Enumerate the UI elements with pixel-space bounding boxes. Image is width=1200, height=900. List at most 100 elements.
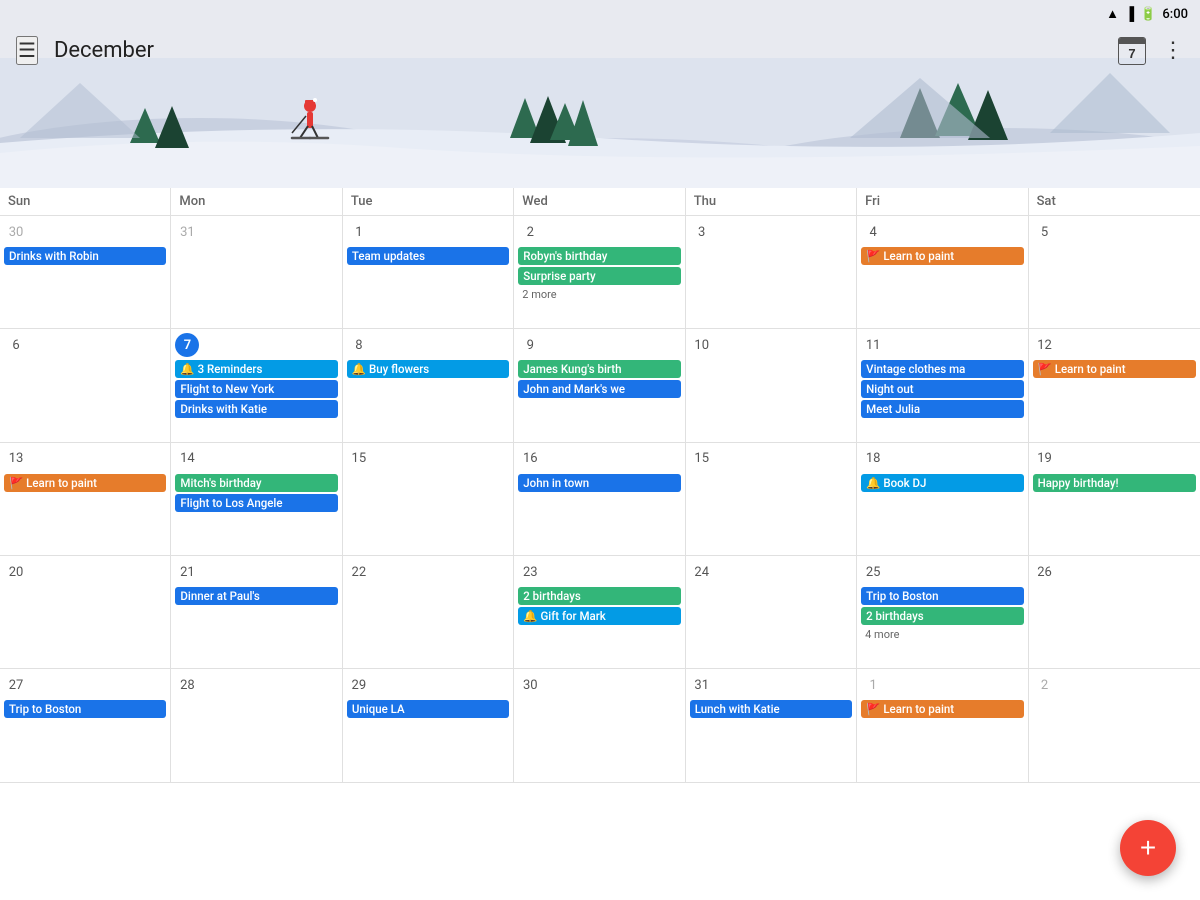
calendar-day-button[interactable]: 7 [1118,37,1146,65]
calendar-event[interactable]: Dinner at Paul's [175,587,337,605]
day-number: 1 [347,220,371,244]
calendar-event[interactable]: Happy birthday! [1033,474,1196,492]
day-number: 7 [175,333,199,357]
day-cell[interactable]: 232 birthdays🔔 Gift for Mark [514,556,685,669]
day-cell[interactable]: 15 [686,443,857,556]
menu-button[interactable]: ☰ [16,36,38,65]
day-number: 12 [1033,333,1057,357]
calendar-event[interactable]: 🔔 Gift for Mark [518,607,680,625]
battery-icon: 🔋 [1140,7,1156,22]
day-number: 18 [861,447,885,471]
day-cell[interactable]: 2Robyn's birthdaySurprise party2 more [514,216,685,329]
day-cell[interactable]: 31 [171,216,342,329]
calendar-event[interactable]: 🚩 Learn to paint [4,474,166,492]
day-number: 25 [861,560,885,584]
calendar-event[interactable]: Flight to Los Angele [175,494,337,512]
calendar-event[interactable]: 🔔 Buy flowers [347,360,509,378]
day-cell[interactable]: 19Happy birthday! [1029,443,1200,556]
day-cell[interactable]: 28 [171,669,342,782]
day-cell[interactable]: 11 Vintage clothes ma Night out Meet Julia [857,329,1028,442]
day-cell[interactable]: 15 [343,443,514,556]
calendar-day-number: 7 [1128,44,1135,64]
calendar-event[interactable]: 🚩 Learn to paint [861,700,1023,718]
day-cell[interactable]: 22 [343,556,514,669]
day-number: 21 [175,560,199,584]
more-events-link[interactable]: 4 more [861,627,1023,642]
day-number: 20 [4,560,28,584]
day-number: 9 [518,333,542,357]
day-cell[interactable]: 3 [686,216,857,329]
calendar-event[interactable]: Drinks with Katie [175,400,337,418]
calendar-event[interactable]: Drinks with Robin [4,247,166,265]
day-cell[interactable]: 25 Trip to Boston 2 birthdays 4 more [857,556,1028,669]
day-cell[interactable]: 9 James Kung's birth John and Mark's we [514,329,685,442]
calendar-event[interactable]: Night out [861,380,1023,398]
day-cell[interactable]: 24 [686,556,857,669]
day-number: 2 [1033,673,1057,697]
day-cell[interactable]: 18 🔔 Book DJ [857,443,1028,556]
day-number: 11 [861,333,885,357]
day-cell[interactable]: 16John in town [514,443,685,556]
calendar-event[interactable]: 🚩 Learn to paint [1033,360,1196,378]
day-cell[interactable]: 6 [0,329,171,442]
day-cell[interactable]: 20 [0,556,171,669]
calendar-event[interactable]: Trip to Boston [861,587,1023,605]
day-cell[interactable]: 30 [514,669,685,782]
calendar-event[interactable]: 2 birthdays [861,607,1023,625]
day-cell[interactable]: 1🚩 Learn to paint [857,669,1028,782]
day-cell[interactable]: 7 🔔 3 Reminders Flight to New York Drinks w… [171,329,342,442]
day-cell[interactable]: 8 🔔 Buy flowers [343,329,514,442]
day-number: 3 [690,220,714,244]
day-cell[interactable]: 14Mitch's birthdayFlight to Los Angele [171,443,342,556]
calendar-event[interactable]: John in town [518,474,680,492]
month-title: December [54,38,154,63]
day-headers: SunMonTueWedThuFriSat [0,188,1200,216]
calendar-event[interactable]: Flight to New York [175,380,337,398]
day-cell[interactable]: 2 [1029,669,1200,782]
calendar-event[interactable]: Trip to Boston [4,700,166,718]
calendar-event[interactable]: Vintage clothes ma [861,360,1023,378]
calendar-event[interactable]: Surprise party [518,267,680,285]
day-header-sat: Sat [1029,188,1200,215]
calendar-event[interactable]: 🔔 Book DJ [861,474,1023,492]
day-cell[interactable]: 26 [1029,556,1200,669]
day-cell[interactable]: 1 Team updates [343,216,514,329]
more-events-link[interactable]: 2 more [518,287,680,302]
calendar-header: ☰ December 7 ⋮ [0,28,1200,188]
day-cell[interactable]: 13🚩 Learn to paint [0,443,171,556]
day-cell[interactable]: 5 [1029,216,1200,329]
calendar-event[interactable]: Robyn's birthday [518,247,680,265]
calendar-event[interactable]: 2 birthdays [518,587,680,605]
overflow-menu-button[interactable]: ⋮ [1162,38,1184,63]
day-number: 28 [175,673,199,697]
day-header-wed: Wed [514,188,685,215]
calendar-event[interactable]: 🔔 3 Reminders [175,360,337,378]
calendar-event[interactable]: Meet Julia [861,400,1023,418]
day-cell[interactable]: 10 [686,329,857,442]
calendar-event[interactable]: James Kung's birth [518,360,680,378]
day-number: 31 [690,673,714,697]
day-cell[interactable]: 21 Dinner at Paul's [171,556,342,669]
status-icons: ▲ ▐ 🔋 6:00 [1106,6,1188,22]
day-cell[interactable]: 31 Lunch with Katie [686,669,857,782]
add-event-fab[interactable]: + [1120,820,1176,876]
day-number: 4 [861,220,885,244]
day-number: 8 [347,333,371,357]
calendar-event[interactable]: Team updates [347,247,509,265]
calendar-event[interactable]: Mitch's birthday [175,474,337,492]
day-number: 22 [347,560,371,584]
day-cell[interactable]: 12 🚩 Learn to paint [1029,329,1200,442]
day-cell[interactable]: 29 Unique LA [343,669,514,782]
calendar-event[interactable]: John and Mark's we [518,380,680,398]
calendar-event[interactable]: Lunch with Katie [690,700,852,718]
day-cell[interactable]: 27Trip to Boston [0,669,171,782]
wifi-icon: ▲ [1106,6,1119,22]
day-cell[interactable]: 30Drinks with Robin [0,216,171,329]
day-number: 30 [518,673,542,697]
calendar-event[interactable]: 🚩 Learn to paint [861,247,1023,265]
day-number: 29 [347,673,371,697]
time-display: 6:00 [1162,7,1188,22]
calendar-event[interactable]: Unique LA [347,700,509,718]
day-number: 5 [1033,220,1057,244]
day-cell[interactable]: 4 🚩 Learn to paint [857,216,1028,329]
